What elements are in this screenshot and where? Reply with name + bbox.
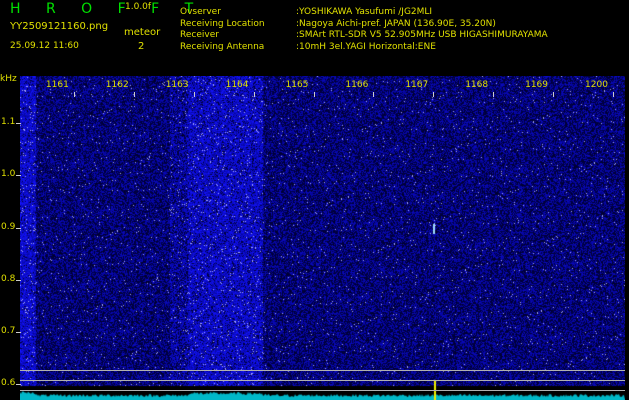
x-tick-mark (74, 92, 75, 97)
detection-threshold-line (20, 380, 625, 381)
detection-threshold-line (20, 370, 625, 371)
x-tick-label: 1169 (525, 80, 549, 90)
info-value: :Nagoya Aichi-pref. JAPAN (136.90E, 35.2… (296, 18, 496, 29)
hrofft-window: H R O F F T 1.0.0f YY2509121160.png mete… (0, 0, 629, 400)
y-tick-mark (16, 228, 21, 229)
y-tick-label: 0.9 (1, 221, 16, 232)
x-tick-label: 1165 (285, 80, 309, 90)
x-tick-label: 1168 (465, 80, 489, 90)
y-tick-label: 1.1 (1, 117, 16, 128)
detection-threshold-line (20, 390, 625, 391)
info-row-antenna: Receiving Antenna :10mH 3el.YAGI Horizont… (180, 42, 548, 54)
info-key: Ovserver (180, 7, 221, 17)
x-tick-mark (194, 92, 195, 97)
x-tick-mark (373, 92, 374, 97)
x-tick-mark (433, 92, 434, 97)
y-tick-mark (16, 280, 21, 281)
x-tick-label: 1163 (165, 80, 189, 90)
x-tick-mark (314, 92, 315, 97)
x-tick-label: 1167 (405, 80, 429, 90)
x-tick-label: 1164 (225, 80, 249, 90)
x-tick-label: 1162 (105, 80, 129, 90)
frequency-unit: kHz (0, 74, 17, 84)
info-row-receiver: Receiver :SMArt RTL-SDR V5 52.905MHz USB … (180, 30, 548, 42)
y-tick-label: 0.7 (1, 326, 16, 337)
x-tick-label: 1200 (585, 80, 608, 90)
app-logo: H R O F F T (10, 1, 204, 17)
info-value: :SMArt RTL-SDR V5 52.905MHz USB HIGASHIM… (296, 30, 548, 40)
y-tick-mark (16, 384, 21, 385)
x-tick-mark (553, 92, 554, 97)
info-key: Receiving Antenna (180, 41, 265, 52)
x-tick-mark (134, 92, 135, 97)
y-tick-label: 1.0 (1, 169, 16, 180)
station-info: Ovserver :YOSHIKAWA Yasufumi /JG2MLI Rece… (180, 7, 548, 53)
y-tick-label: 0.6 (1, 378, 16, 389)
file-name: YY2509121160.png (10, 21, 109, 32)
info-key: Receiving Location (180, 18, 265, 29)
version-label: 1.0.0f (125, 2, 152, 12)
x-tick-mark (254, 92, 255, 97)
x-tick-label: 1166 (345, 80, 369, 90)
y-tick-mark (16, 123, 21, 124)
info-value: :10mH 3el.YAGI Horizontal:ENE (296, 41, 436, 52)
info-key: Receiver (180, 30, 219, 40)
waterfall-plot (20, 76, 625, 400)
meteor-count: 2 (138, 41, 145, 52)
x-tick-mark (493, 92, 494, 97)
info-value: :YOSHIKAWA Yasufumi /JG2MLI (296, 7, 433, 17)
waterfall-canvas (20, 76, 625, 400)
x-tick-label: 1161 (45, 80, 69, 90)
info-row-location: Receiving Location :Nagoya Aichi-pref. JA… (180, 19, 548, 31)
info-row-observer: Ovserver :YOSHIKAWA Yasufumi /JG2MLI (180, 7, 548, 19)
mode-label: meteor (124, 27, 161, 38)
y-tick-mark (16, 175, 21, 176)
y-tick-mark (16, 332, 21, 333)
y-tick-label: 0.8 (1, 273, 16, 284)
timestamp: 25.09.12 11:60 (10, 41, 79, 51)
x-tick-mark (613, 92, 614, 97)
